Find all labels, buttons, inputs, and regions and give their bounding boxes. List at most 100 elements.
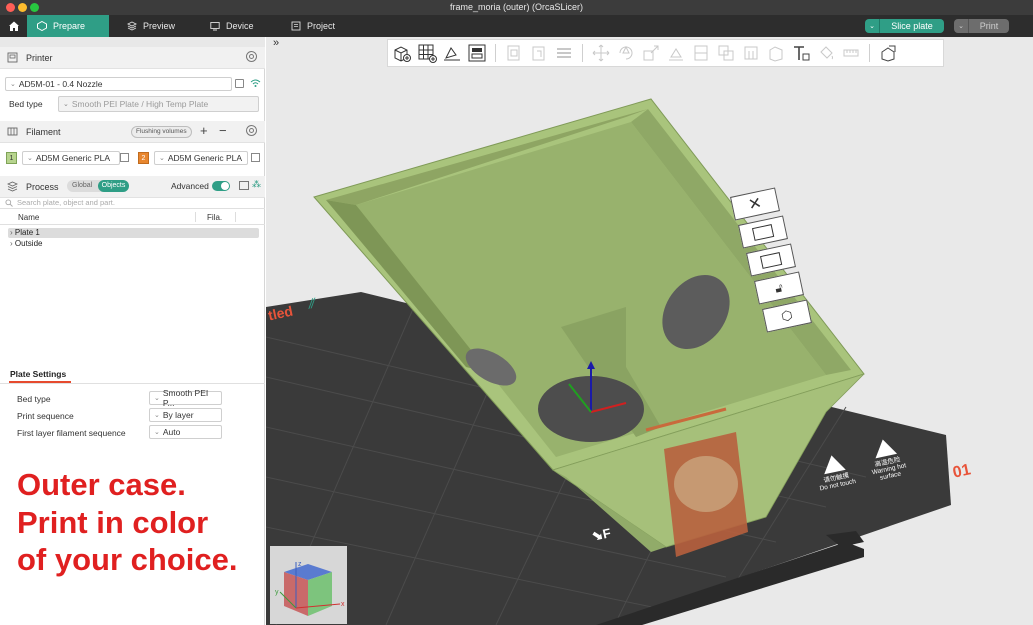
copy-button[interactable] (503, 42, 525, 64)
close-window-button[interactable] (6, 3, 15, 12)
advanced-switch[interactable] (212, 181, 230, 191)
print-button[interactable]: ⌄ Print (954, 19, 1009, 33)
lay-on-face-button[interactable] (665, 42, 687, 64)
process-section-header: Process Global Objects Advanced ⁂ (0, 176, 265, 198)
plate-bed-type-label: Bed type (17, 394, 51, 404)
remove-filament-icon[interactable]: − (219, 123, 227, 138)
process-list-icon[interactable] (239, 181, 249, 190)
search-icon (5, 198, 13, 207)
cut-button[interactable] (690, 42, 712, 64)
color-paint-button[interactable] (815, 42, 837, 64)
arrange-icon (751, 223, 775, 241)
minimize-window-button[interactable] (18, 3, 27, 12)
add-cube-icon (394, 46, 411, 62)
filament-slot-1-badge: 1 (6, 152, 17, 164)
tab-device[interactable]: Device (200, 15, 275, 37)
plate-settings-divider (0, 383, 265, 384)
edit-filament-1-icon[interactable] (120, 153, 129, 162)
object-row-plate-1[interactable]: › Plate 1 (8, 228, 259, 238)
prepare-icon (37, 21, 47, 31)
flushing-volumes-button[interactable]: Flushing volumes (131, 126, 192, 138)
orient-button[interactable] (441, 42, 463, 64)
zoom-window-button[interactable] (30, 3, 39, 12)
annotation-line-1: Outer case. (17, 467, 186, 502)
print-sequence-label: Print sequence (17, 411, 74, 421)
support-paint-button[interactable] (740, 42, 762, 64)
filament-slot-1-select[interactable]: ⌄ AD5M Generic PLA (22, 151, 120, 165)
cut-icon (694, 45, 708, 61)
3d-viewport[interactable]: » tled ⁄⁄ 01 请勿触摸 Do not touch 高温危险 Warn… (266, 37, 1033, 625)
boolean-button[interactable] (715, 42, 737, 64)
sidebar-top-strip (0, 37, 265, 47)
left-sidebar: Printer ⌄ AD5M-01 - 0.4 Nozzle Bed type … (0, 37, 265, 625)
tab-project[interactable]: Project (281, 15, 361, 37)
bed-type-select[interactable]: ⌄ Smooth PEI Plate / High Temp Plate (58, 96, 259, 112)
arrange-button[interactable] (466, 42, 488, 64)
filament-section-label: Filament (26, 126, 61, 137)
chevron-down-icon: ⌄ (10, 81, 16, 88)
edit-printer-icon[interactable] (235, 79, 244, 88)
scale-button[interactable] (640, 42, 662, 64)
annotation-line-2: Print in color (17, 505, 209, 540)
filament-slot-1[interactable]: 1 ⌄ AD5M Generic PLA (6, 151, 131, 167)
slice-dropdown-chevron-icon[interactable]: ⌄ (865, 19, 880, 33)
device-icon (210, 22, 220, 31)
print-sequence-select[interactable]: ⌄ By layer (149, 408, 222, 422)
expand-chevron-icon[interactable]: › (10, 239, 13, 248)
wifi-icon[interactable] (250, 77, 261, 91)
slice-plate-label: Slice plate (891, 21, 933, 31)
filament-slot-2[interactable]: 2 ⌄ AD5M Generic PLA (138, 151, 263, 167)
column-name-header: Name (18, 213, 40, 222)
expand-chevron-icon[interactable]: › (10, 228, 13, 237)
measure-button[interactable] (840, 42, 862, 64)
home-button[interactable] (0, 15, 27, 37)
layout-icon (759, 251, 783, 269)
process-compare-icon[interactable]: ⁂ (252, 179, 261, 190)
first-layer-sequence-select[interactable]: ⌄ Auto (149, 425, 222, 439)
text-tool-button[interactable] (790, 42, 812, 64)
window-title: frame_moria (outer) (OrcaSLicer) (449, 2, 584, 12)
slice-plate-button[interactable]: ⌄ Slice plate (865, 19, 944, 33)
toggle-global[interactable]: Global (72, 181, 92, 191)
edit-filament-2-icon[interactable] (251, 153, 260, 162)
seam-paint-button[interactable] (765, 42, 787, 64)
main-tab-bar: Prepare Preview Device Project ⌄ Slice p… (0, 15, 1033, 37)
plate-settings-tab[interactable]: Plate Settings (10, 369, 66, 379)
print-dropdown-chevron-icon[interactable]: ⌄ (954, 19, 969, 33)
toggle-objects[interactable]: Objects (98, 180, 129, 192)
home-icon (8, 21, 19, 31)
tab-prepare[interactable]: Prepare (27, 15, 109, 37)
layers-button[interactable] (553, 42, 575, 64)
arrange-icon (468, 44, 486, 62)
add-object-button[interactable] (391, 42, 413, 64)
object-row-outside[interactable]: › Outside (8, 239, 259, 249)
assembly-view-button[interactable] (877, 42, 899, 64)
plate-number-label: 01 (951, 461, 973, 482)
printer-settings-icon[interactable] (246, 51, 257, 62)
object-search-input[interactable]: Search plate, object and part. (5, 197, 260, 208)
filament-slot-2-select[interactable]: ⌄ AD5M Generic PLA (154, 151, 248, 165)
move-button[interactable] (590, 42, 612, 64)
global-objects-toggle[interactable]: Global Objects (67, 180, 129, 192)
filament-slot-2-name: AD5M Generic PLA (167, 153, 243, 163)
gear-icon: ⬡ (779, 306, 795, 325)
tab-preview[interactable]: Preview (117, 15, 197, 37)
plate-bed-type-select[interactable]: ⌄ Smooth PEI P... (149, 388, 222, 408)
printer-select[interactable]: ⌄ AD5M-01 - 0.4 Nozzle (5, 77, 232, 91)
first-layer-sequence-value: Auto (162, 427, 181, 437)
filament-settings-icon[interactable] (246, 125, 257, 136)
rotate-icon (619, 45, 633, 60)
rotate-button[interactable] (615, 42, 637, 64)
toolbar-separator (582, 44, 583, 62)
scale-icon (643, 45, 659, 61)
window-titlebar: frame_moria (outer) (OrcaSLicer) (0, 0, 1033, 15)
add-plate-button[interactable] (416, 42, 438, 64)
add-filament-icon[interactable]: + (200, 123, 208, 138)
paste-button[interactable] (528, 42, 550, 64)
view-orientation-cube[interactable]: z x y (270, 546, 347, 624)
object-row-label: Plate 1 (14, 228, 40, 237)
first-layer-sequence-label: First layer filament sequence (17, 428, 126, 438)
lock-icon: 🔓︎ (773, 279, 785, 296)
paint-bucket-icon (820, 46, 833, 60)
support-paint-icon (744, 46, 758, 60)
